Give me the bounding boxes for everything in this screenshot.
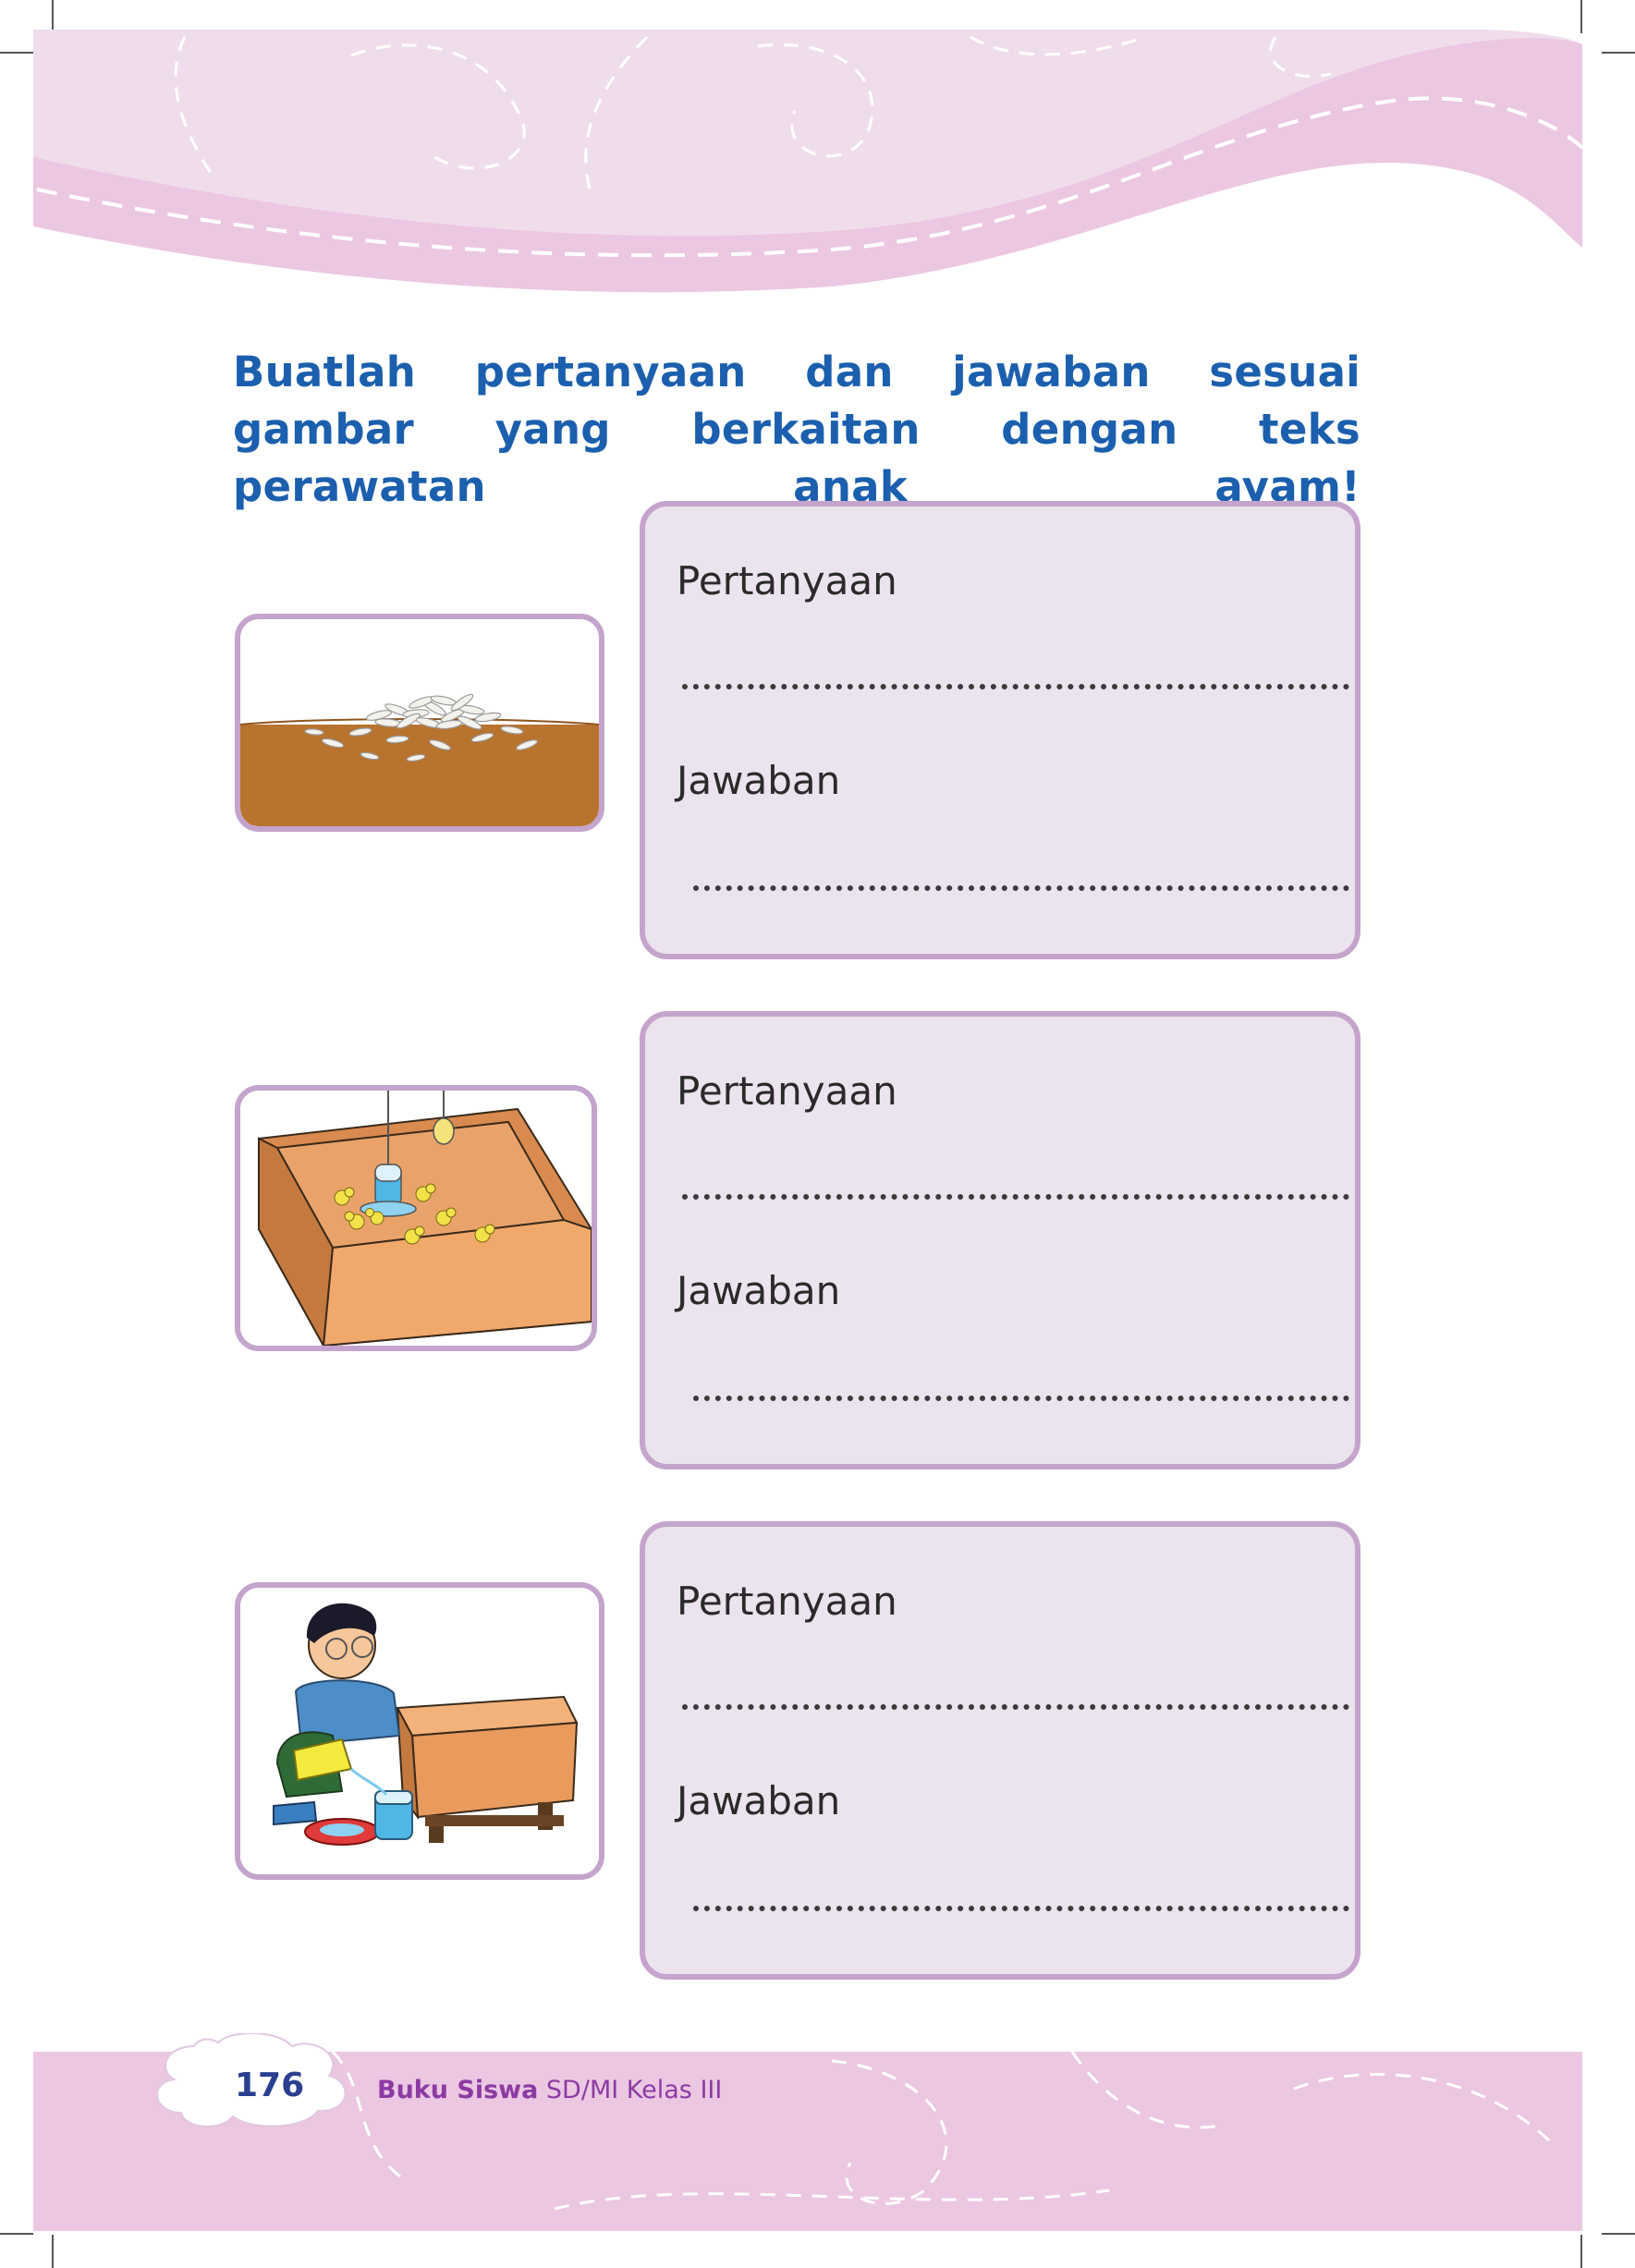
- instruction-text: Buatlah pertanyaan dan jawaban sesuai ga…: [233, 348, 1360, 511]
- rice-grains-on-soil-icon: [240, 693, 599, 826]
- book-title: Buku Siswa: [377, 2076, 539, 2104]
- question-label: Pertanyaan: [677, 1579, 897, 1624]
- answer-label: Jawaban: [677, 1268, 841, 1313]
- answer-label: Jawaban: [677, 758, 841, 803]
- footer-book-title: Buku Siswa SD/MI Kelas III: [377, 2076, 722, 2104]
- chick-brooder-box-icon: [240, 1091, 592, 1346]
- question-answer-line[interactable]: [682, 684, 1349, 689]
- page-number: 176: [235, 2067, 305, 2104]
- question-answer-line[interactable]: [682, 1704, 1349, 1710]
- picture-brooder-box: [235, 1085, 597, 1351]
- qa-box-2: Pertanyaan Jawaban: [640, 1011, 1360, 1469]
- answer-line[interactable]: [693, 885, 1349, 891]
- qa-box-3: Pertanyaan Jawaban: [640, 1521, 1360, 1980]
- picture-boy-filling-water: [235, 1582, 604, 1880]
- boy-filling-water-icon: [240, 1588, 599, 1874]
- picture-rice-on-soil: [235, 614, 604, 832]
- header-decoration: [33, 30, 1584, 293]
- question-label: Pertanyaan: [677, 1068, 897, 1114]
- answer-line[interactable]: [693, 1396, 1349, 1401]
- qa-box-1: Pertanyaan Jawaban: [640, 501, 1360, 959]
- book-level: SD/MI Kelas III: [545, 2076, 723, 2104]
- question-answer-line[interactable]: [682, 1194, 1349, 1200]
- question-label: Pertanyaan: [677, 558, 897, 604]
- answer-label: Jawaban: [677, 1778, 841, 1823]
- answer-line[interactable]: [693, 1906, 1349, 1911]
